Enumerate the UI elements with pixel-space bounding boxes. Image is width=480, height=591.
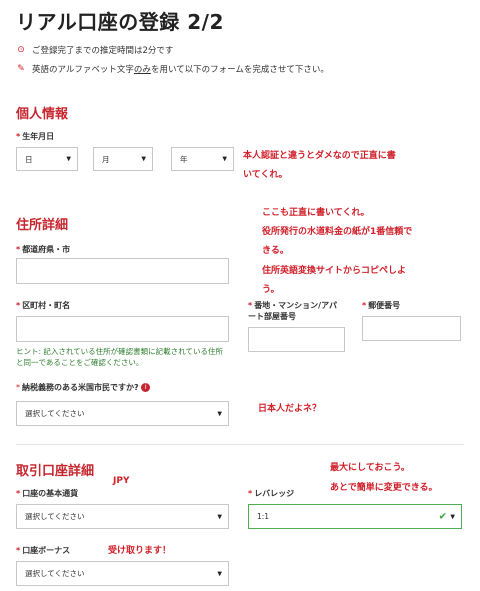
address-hint: ヒント: 記入されている住所が確認書類に記載されている住所 と同一であることをご…	[16, 346, 223, 368]
postal-label: * 郵便番号	[362, 301, 401, 310]
annotation-us: 日本人だよネ？	[258, 404, 322, 414]
dob-month-value: 月	[102, 154, 110, 164]
prefecture-input[interactable]	[16, 258, 229, 284]
us-citizen-label-text: 納税義務のある米国市民ですか?	[22, 383, 139, 392]
annotation-addr-5: う。	[262, 285, 280, 295]
info-language-text: 英語のアルファベット文字のみを用いて以下のフォームを完成させて下さい。	[32, 63, 329, 75]
prefecture-label: * 都道府県・市	[16, 245, 71, 254]
annotation-addr-1: ここも正直に書いてくれ。	[262, 208, 370, 218]
dob-label-text: 生年月日	[22, 132, 55, 141]
section-divider	[16, 444, 464, 445]
dob-year-value: 年	[180, 154, 188, 164]
postal-input[interactable]	[362, 316, 461, 341]
bonus-label-text: 口座ボーナス	[22, 546, 71, 555]
annotation-dob-1: 本人認証と違うとダメなので正直に書	[243, 151, 396, 161]
leverage-value: 1:1	[257, 512, 270, 521]
address-hint-line-1: ヒント: 記入されている住所が確認書類に記載されている住所	[16, 347, 223, 356]
annotation-addr-4: 住所英語変換サイトからコピペしよ	[262, 266, 407, 276]
chevron-down-icon: ▼	[450, 513, 455, 520]
chevron-down-icon: ▼	[217, 410, 222, 417]
annotation-jpy: JPY	[113, 476, 130, 486]
currency-select[interactable]: 選択してください ▼	[16, 504, 229, 529]
ward-label-text: 区町村・町名	[22, 301, 71, 310]
street-label-text-1: 番地・マンション/アパ	[254, 301, 337, 310]
currency-value: 選択してください	[25, 512, 85, 521]
section-address-heading: 住所詳細	[16, 218, 69, 233]
currency-label: * 口座の基本通貨	[16, 489, 79, 498]
chevron-down-icon: ▼	[141, 155, 146, 163]
annotation-bonus: 受け取ります！	[108, 546, 172, 556]
check-icon: ✔	[438, 511, 447, 522]
annotation-leverage-2: あとで簡単に変更できる。	[330, 483, 438, 493]
info-icon[interactable]: i	[141, 383, 151, 392]
ward-label: * 区町村・町名	[16, 301, 71, 310]
section-trading-heading: 取引口座詳細	[16, 464, 95, 479]
dob-day-value: 日	[25, 154, 33, 164]
dob-year-select[interactable]: 年 ▼	[171, 147, 234, 171]
chevron-down-icon: ▼	[222, 155, 227, 163]
info-lang-after: を用いて以下のフォームを完成させて下さい。	[150, 65, 329, 75]
leverage-select[interactable]: 1:1 ✔ ▼	[248, 504, 462, 529]
address-hint-line-2: と同一であることをご確認ください。	[16, 358, 144, 367]
annotation-leverage-1: 最大にしておこう。	[330, 463, 410, 473]
pencil-icon: ✎	[17, 64, 25, 74]
bonus-select[interactable]: 選択してください ▼	[16, 561, 229, 586]
us-citizen-label: * 納税義務のある米国市民ですか? i	[16, 382, 151, 393]
postal-label-text: 郵便番号	[368, 301, 401, 310]
info-lang-before: 英語のアルファベット文字	[32, 65, 134, 75]
street-label: * 番地・マンション/アパ ート部屋番号	[248, 301, 337, 321]
ward-input[interactable]	[16, 316, 229, 342]
prefecture-label-text: 都道府県・市	[22, 245, 71, 254]
section-personal-heading: 個人情報	[16, 107, 69, 122]
bonus-label: * 口座ボーナス	[16, 546, 71, 555]
info-language: ✎ 英語のアルファベット文字のみを用いて以下のフォームを完成させて下さい。	[16, 63, 329, 75]
street-input[interactable]	[248, 327, 345, 352]
chevron-down-icon: ▼	[66, 155, 71, 163]
chevron-down-icon: ▼	[217, 513, 222, 520]
dob-month-select[interactable]: 月 ▼	[93, 147, 153, 171]
info-time-text: ご登録完了までの推定時間は2分です	[32, 46, 174, 56]
currency-label-text: 口座の基本通貨	[22, 489, 79, 498]
annotation-dob-2: いてくれ。	[243, 170, 288, 180]
leverage-label: * レバレッジ	[248, 489, 295, 498]
page-title: リアル口座の登録 2/2	[16, 10, 224, 34]
leverage-label-text: レバレッジ	[254, 489, 295, 498]
street-label-text-2: ート部屋番号	[248, 312, 296, 321]
dob-day-select[interactable]: 日 ▼	[16, 147, 78, 171]
annotation-addr-3: きる。	[262, 246, 289, 256]
us-citizen-value: 選択してください	[25, 409, 85, 418]
info-lang-underline: のみ	[133, 65, 151, 75]
dob-label: * 生年月日	[16, 132, 55, 141]
us-citizen-select[interactable]: 選択してください ▼	[16, 401, 229, 426]
info-time: ⊙ ご登録完了までの推定時間は2分です	[16, 44, 173, 56]
annotation-addr-2: 役所発行の水道料金の紙が1番信頼で	[262, 227, 413, 237]
bonus-value: 選択してください	[25, 569, 85, 578]
clock-icon: ⊙	[17, 45, 25, 55]
chevron-down-icon: ▼	[217, 570, 222, 577]
